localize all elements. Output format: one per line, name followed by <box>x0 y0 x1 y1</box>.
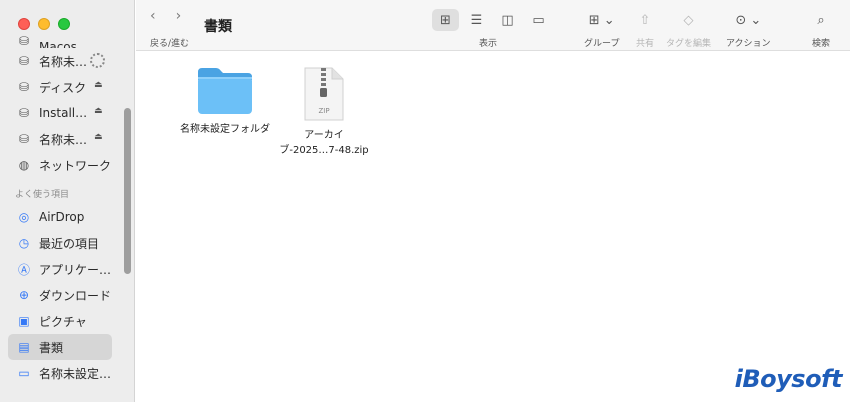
columns-icon: ◫ <box>501 12 514 28</box>
loading-spinner-icon <box>90 53 105 68</box>
share-button[interactable]: ⇧ 共有 <box>636 9 655 50</box>
airdrop-icon: ◎ <box>18 210 30 224</box>
sidebar-item-label: Install… <box>39 106 88 120</box>
forward-button[interactable]: › <box>176 8 182 24</box>
back-forward-caption: 戻る/進む <box>150 39 190 49</box>
sidebar-item-unnamed-folder[interactable]: ▭ 名称未設定… <box>8 360 126 386</box>
sidebar-item-label: ピクチャ <box>39 314 87 329</box>
search-button[interactable]: ⌕ 検索 <box>812 9 831 50</box>
sidebar-item-label: 最近の項目 <box>39 236 100 251</box>
finder-window: ⛁ Macos ⛁ 名称未… ⛁ ディスク ⏏ ⛁ Install… ⏏ ⛁ 名… <box>0 0 850 402</box>
back-forward-group: ‹ › <box>150 8 181 24</box>
sidebar-item-label: ネットワーク <box>39 158 112 173</box>
file-item-folder[interactable]: 名称未設定フォルダ <box>171 66 279 137</box>
sidebar-item-label: AirDrop <box>39 210 85 224</box>
minimize-window-button[interactable] <box>38 18 50 30</box>
drive-icon: ⛁ <box>18 54 30 68</box>
list-view-button[interactable]: ☰ <box>463 9 490 31</box>
search-icon: ⌕ <box>817 12 825 28</box>
sidebar-item-unnamed-volume-2[interactable]: ⛁ 名称未… ⏏ <box>8 126 126 152</box>
sidebar-item-label: 書類 <box>39 340 64 355</box>
edit-tags-button[interactable]: ◇ タグを編集 <box>666 9 712 50</box>
drive-icon: ⛁ <box>18 36 30 48</box>
group-button[interactable]: ⊞ ⌄ グループ <box>584 9 620 50</box>
drive-icon: ⛁ <box>18 106 30 120</box>
sidebar-item-label: Macos <box>39 40 77 48</box>
file-name: 名称未設定フォルダ <box>180 124 270 135</box>
edit-tags-label: タグを編集 <box>666 39 712 49</box>
share-label: 共有 <box>636 39 655 49</box>
eject-icon[interactable]: ⏏ <box>94 106 103 116</box>
close-window-button[interactable] <box>18 18 30 30</box>
photo-icon: ▣ <box>18 314 30 328</box>
sidebar-item-airdrop[interactable]: ◎ AirDrop <box>8 204 126 230</box>
action-label: アクション <box>726 39 771 49</box>
sidebar-item-install[interactable]: ⛁ Install… ⏏ <box>8 100 126 126</box>
sidebar: ⛁ Macos ⛁ 名称未… ⛁ ディスク ⏏ ⛁ Install… ⏏ ⛁ 名… <box>0 0 135 402</box>
sidebar-item-applications[interactable]: Ⓐ アプリケー… <box>8 256 126 282</box>
sidebar-item-label: 名称未設定… <box>39 366 112 381</box>
sidebar-item-macos[interactable]: ⛁ Macos <box>8 36 126 48</box>
clock-icon: ◷ <box>18 236 30 250</box>
file-area[interactable]: 名称未設定フォルダ ZIP アーカイ ブ-2025…7-48.zip iBoys… <box>136 52 850 402</box>
sidebar-list: ⛁ Macos ⛁ 名称未… ⛁ ディスク ⏏ ⛁ Install… ⏏ ⛁ 名… <box>8 36 126 386</box>
search-label: 検索 <box>812 39 831 49</box>
sidebar-item-network[interactable]: ◍ ネットワーク <box>8 152 126 178</box>
file-name-line-2: ブ-2025…7-48.zip <box>279 145 369 156</box>
gallery-icon: ▭ <box>532 12 545 28</box>
icon-view-button[interactable]: ⊞ <box>432 9 459 31</box>
view-caption: 表示 <box>479 39 498 49</box>
action-button[interactable]: ⊙ ⌄ アクション <box>726 9 771 50</box>
more-icon: ⊙ ⌄ <box>735 12 762 28</box>
sidebar-scrollbar[interactable] <box>124 108 131 274</box>
sidebar-item-recents[interactable]: ◷ 最近の項目 <box>8 230 126 256</box>
view-switcher: ⊞ ☰ ◫ ▭ <box>432 9 552 31</box>
grid-icon: ⊞ <box>440 12 451 28</box>
share-icon: ⇧ <box>639 12 651 28</box>
download-icon: ⊕ <box>18 288 30 302</box>
gallery-view-button[interactable]: ▭ <box>525 9 552 31</box>
folder-icon <box>198 68 252 114</box>
eject-icon[interactable]: ⏏ <box>94 80 103 90</box>
column-view-button[interactable]: ◫ <box>494 9 521 31</box>
eject-icon[interactable]: ⏏ <box>94 132 103 142</box>
globe-icon: ◍ <box>18 158 30 172</box>
window-controls <box>18 18 70 30</box>
watermark-logo: iBoysoft <box>734 365 843 393</box>
file-name-line-1: アーカイ <box>304 130 344 141</box>
sidebar-item-label: アプリケー… <box>39 262 112 277</box>
document-icon: ▤ <box>18 340 30 354</box>
apps-icon: Ⓐ <box>17 262 30 277</box>
tag-icon: ◇ <box>683 12 694 28</box>
file-item-zip-archive[interactable]: ZIP アーカイ ブ-2025…7-48.zip <box>270 66 378 158</box>
sidebar-item-pictures[interactable]: ▣ ピクチャ <box>8 308 126 334</box>
zoom-window-button[interactable] <box>58 18 70 30</box>
sidebar-item-label: 名称未… <box>39 132 88 147</box>
toolbar: ‹ › 戻る/進む 書類 ⊞ ☰ ◫ ▭ 表示 ⊞ ⌄ グループ ⇧ 共有 ◇ … <box>136 0 850 51</box>
file-name: アーカイ ブ-2025…7-48.zip <box>279 128 368 158</box>
drive-icon: ⛁ <box>18 80 30 94</box>
zip-badge: ZIP <box>318 107 329 115</box>
zip-file-icon: ZIP <box>304 67 344 121</box>
list-icon: ☰ <box>470 12 483 28</box>
favorites-heading: よく使う項目 <box>15 190 70 200</box>
sidebar-item-disk[interactable]: ⛁ ディスク ⏏ <box>8 74 126 100</box>
sidebar-item-label: ディスク <box>39 80 87 95</box>
group-icon: ⊞ ⌄ <box>588 12 615 28</box>
group-label: グループ <box>584 39 620 49</box>
window-title: 書類 <box>204 19 232 35</box>
drive-icon: ⛁ <box>18 132 30 146</box>
folder-icon: ▭ <box>18 366 30 380</box>
sidebar-item-documents[interactable]: ▤ 書類 <box>8 334 112 360</box>
sidebar-item-downloads[interactable]: ⊕ ダウンロード <box>8 282 126 308</box>
sidebar-item-label: 名称未… <box>39 54 88 69</box>
sidebar-item-unnamed-volume-1[interactable]: ⛁ 名称未… <box>8 48 126 74</box>
sidebar-item-label: ダウンロード <box>39 288 112 303</box>
back-button[interactable]: ‹ <box>150 8 156 24</box>
